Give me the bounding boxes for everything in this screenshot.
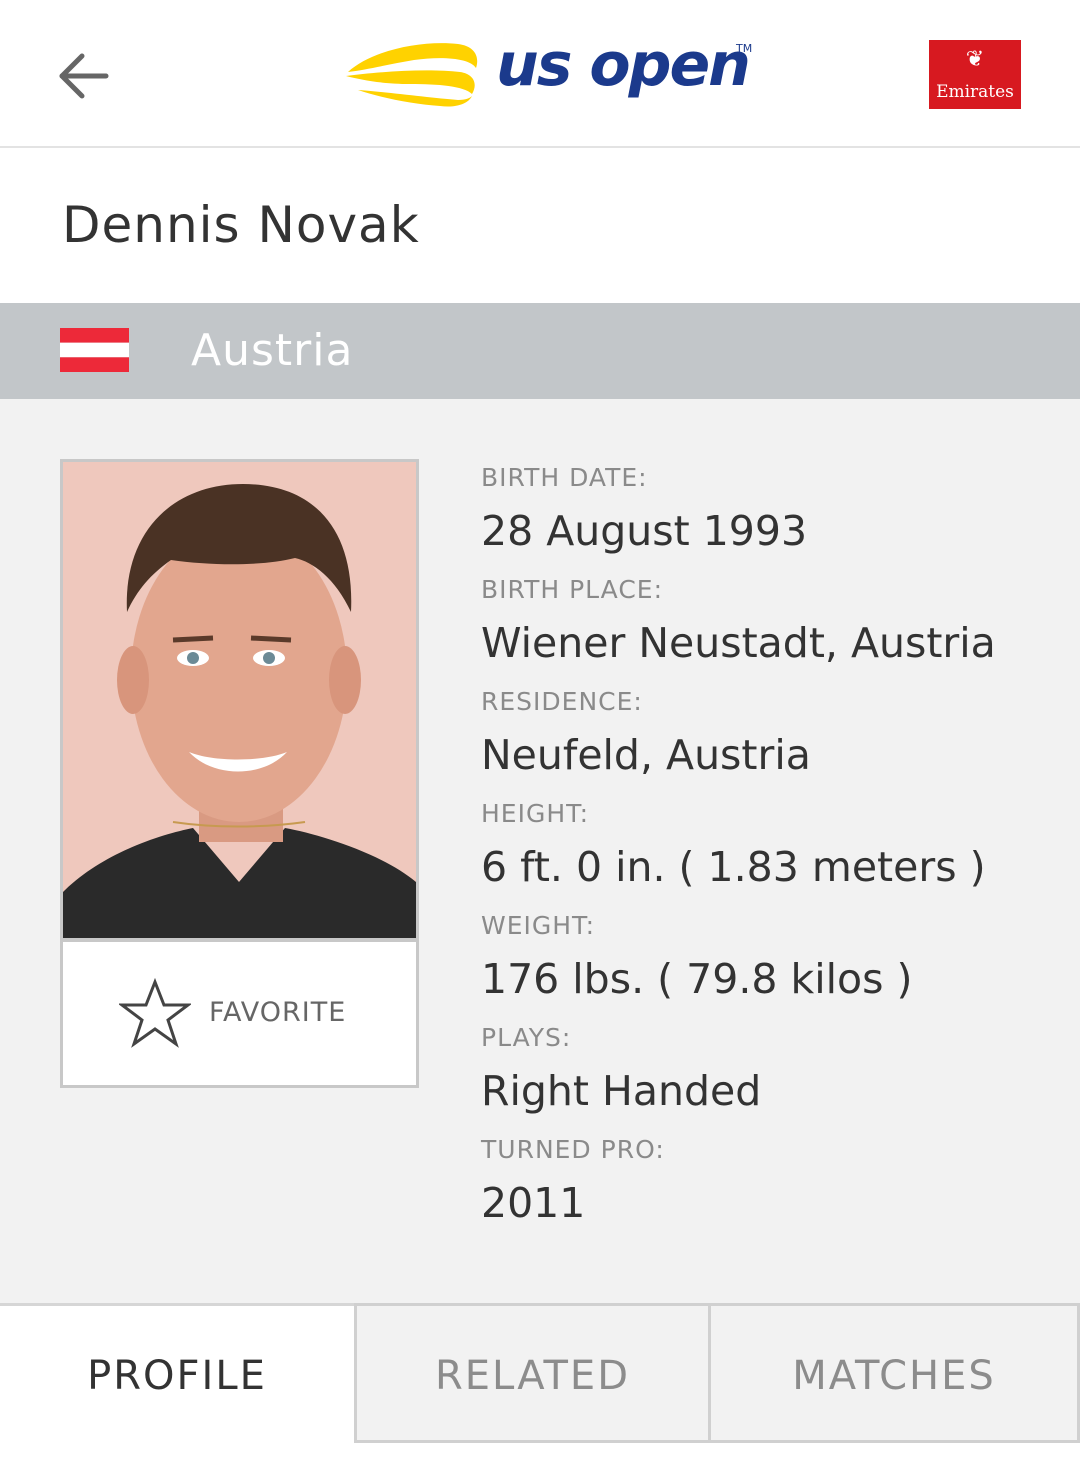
stat-value: 6 ft. 0 in. ( 1.83 meters ) [481, 843, 986, 891]
stat-residence: RESIDENCE: Neufeld, Austria [481, 682, 1061, 794]
stat-birth-place: BIRTH PLACE: Wiener Neustadt, Austria [481, 570, 1061, 682]
emirates-emblem-icon: ❦ [965, 47, 985, 72]
tab-matches[interactable]: MATCHES [711, 1303, 1080, 1443]
player-photo-card: FAVORITE [60, 459, 419, 1088]
arrow-left-icon [59, 53, 109, 99]
stat-value: Wiener Neustadt, Austria [481, 619, 996, 667]
stat-height: HEIGHT: 6 ft. 0 in. ( 1.83 meters ) [481, 794, 1061, 906]
player-photo [63, 462, 416, 938]
tab-bar: PROFILE RELATED MATCHES [0, 1303, 1080, 1482]
stat-birth-date: BIRTH DATE: 28 August 1993 [481, 458, 1061, 570]
back-button[interactable] [52, 44, 116, 108]
sponsor-name: Emirates [936, 82, 1014, 102]
stat-value: 176 lbs. ( 79.8 kilos ) [481, 955, 913, 1003]
player-stats: BIRTH DATE: 28 August 1993 BIRTH PLACE: … [481, 458, 1061, 1242]
stat-turned-pro: TURNED PRO: 2011 [481, 1130, 1061, 1242]
stat-value: 28 August 1993 [481, 507, 808, 555]
tennis-ball-flame-icon [346, 43, 478, 107]
tab-profile[interactable]: PROFILE [0, 1303, 354, 1443]
sponsor-logo[interactable]: ❦ Emirates [929, 40, 1021, 109]
stat-label: BIRTH DATE: [481, 463, 648, 492]
favorite-label: FAVORITE [209, 997, 347, 1028]
country-name: Austria [191, 325, 354, 376]
trademark-mark: TM [736, 42, 753, 55]
logo-wordmark: us open [496, 30, 751, 100]
stat-value: Neufeld, Austria [481, 731, 811, 779]
stat-label: RESIDENCE: [481, 687, 643, 716]
stat-label: WEIGHT: [481, 911, 596, 940]
stat-plays: PLAYS: Right Handed [481, 1018, 1061, 1130]
stat-label: TURNED PRO: [481, 1135, 665, 1164]
player-name: Dennis Novak [62, 196, 420, 254]
app-header: us open TM ❦ Emirates [0, 0, 1080, 148]
country-bar [0, 303, 1080, 399]
stat-label: BIRTH PLACE: [481, 575, 664, 604]
stat-label: PLAYS: [481, 1023, 572, 1052]
tab-related[interactable]: RELATED [354, 1303, 711, 1443]
us-open-logo: us open TM [342, 28, 762, 120]
stat-value: 2011 [481, 1179, 586, 1227]
stat-label: HEIGHT: [481, 799, 590, 828]
favorite-button[interactable]: FAVORITE [63, 942, 416, 1085]
star-icon [119, 978, 191, 1048]
austria-flag-icon [60, 328, 129, 372]
stat-weight: WEIGHT: 176 lbs. ( 79.8 kilos ) [481, 906, 1061, 1018]
stat-value: Right Handed [481, 1067, 762, 1115]
